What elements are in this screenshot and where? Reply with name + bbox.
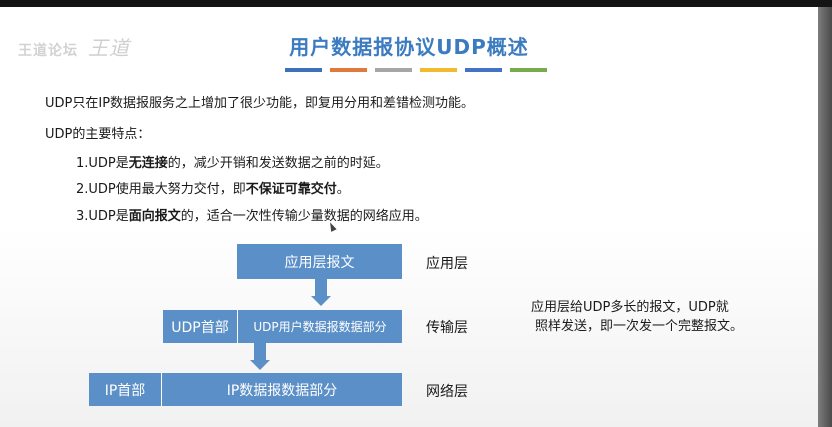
layer-label-application: 应用层 <box>426 256 468 272</box>
slide-title: 用户数据报协议UDP概述 <box>289 35 529 59</box>
udp-header-box: UDP首部 <box>163 310 238 343</box>
udp-data-box: UDP用户数据报数据部分 <box>238 310 402 343</box>
feature-3-keyword: 面向报文 <box>128 209 181 224</box>
side-note-line-2: 照样发送，即一次发一个完整报文。 <box>535 319 744 334</box>
ip-data-box: IP数据报数据部分 <box>162 373 402 406</box>
accent-bar-2 <box>330 68 367 72</box>
window-top-bar <box>0 0 832 7</box>
feature-1-prefix: 1.UDP是 <box>76 156 129 171</box>
accent-bar-1 <box>285 68 322 72</box>
arrow-down-icon <box>250 360 270 370</box>
accent-bar-4 <box>420 68 457 72</box>
accent-bar-3 <box>375 68 412 72</box>
feature-3-suffix: 的，适合一次性传输少量数据的网络应用。 <box>180 209 428 224</box>
side-note: 应用层给UDP多长的报文，UDP就 照样发送，即一次发一个完整报文。 <box>531 298 743 336</box>
slide-right-edge <box>818 7 832 427</box>
feature-1-suffix: 的，减少开销和发送数据之前的时延。 <box>167 156 389 171</box>
title-underline-bars <box>285 68 547 72</box>
feature-point-2: 2.UDP使用最大努力交付，即不保证可靠交付。 <box>76 178 350 197</box>
app-message-box: 应用层报文 <box>237 244 402 279</box>
feature-point-3: 3.UDP是面向报文的，适合一次性传输少量数据的网络应用。 <box>76 205 428 224</box>
ip-header-box: IP首部 <box>89 373 162 406</box>
feature-3-prefix: 3.UDP是 <box>76 209 129 224</box>
feature-2-keyword: 不保证可靠交付 <box>245 182 337 197</box>
accent-bar-6 <box>510 68 547 72</box>
arrow-stem-transport-to-network <box>254 343 266 360</box>
accent-bar-5 <box>465 68 502 72</box>
feature-point-1: 1.UDP是无连接的，减少开销和发送数据之前的时延。 <box>76 152 389 171</box>
arrow-down-icon <box>311 296 331 306</box>
layer-label-transport: 传输层 <box>426 320 468 336</box>
feature-2-prefix: 2.UDP使用最大努力交付，即 <box>76 182 246 197</box>
feature-1-keyword: 无连接 <box>128 156 168 171</box>
side-note-line-1: 应用层给UDP多长的报文，UDP就 <box>531 300 729 315</box>
intro-line-2: UDP的主要特点： <box>45 127 151 142</box>
arrow-stem-app-to-transport <box>315 279 327 296</box>
intro-line-1: UDP只在IP数据报服务之上增加了很少功能，即复用分用和差错检测功能。 <box>45 96 475 111</box>
layer-label-network: 网络层 <box>426 384 468 400</box>
feature-2-suffix: 。 <box>336 182 350 197</box>
